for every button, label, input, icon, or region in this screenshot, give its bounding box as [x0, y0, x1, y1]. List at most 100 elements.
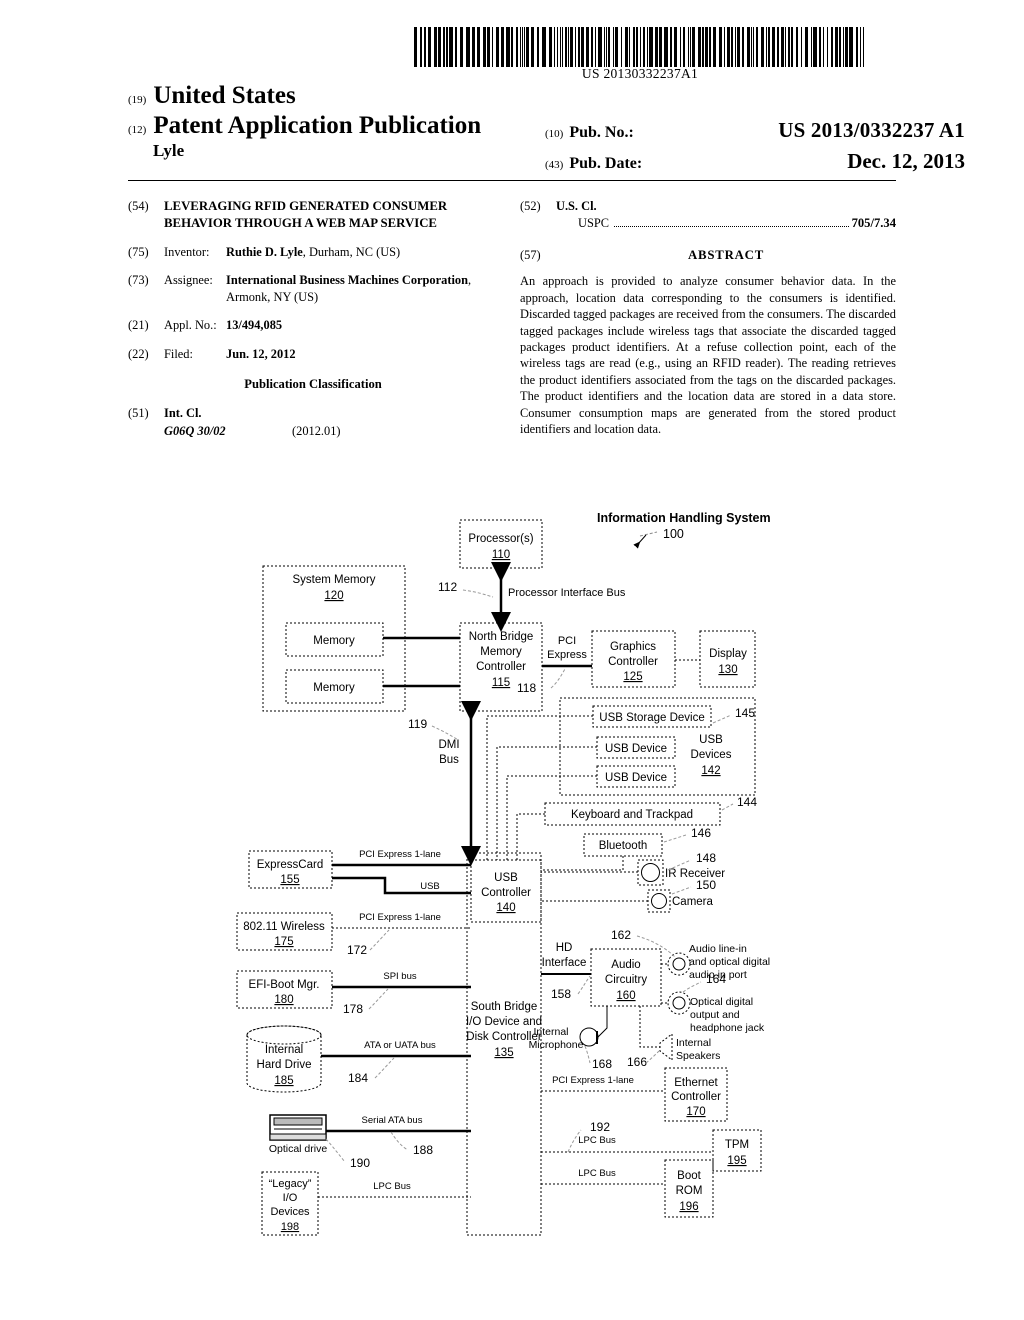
bus-hd-interface-ref: 158	[551, 987, 571, 1001]
abstract-heading: ABSTRACT	[687, 248, 765, 263]
bus-hd-interface-label-1: HD	[556, 942, 573, 954]
block-audio-circuitry-ref: 160	[616, 990, 635, 1002]
assignee-label: Assignee:	[164, 273, 213, 288]
field-inventor-number: (75)	[128, 244, 149, 259]
bus-processor-interface-label: Processor Interface Bus	[508, 587, 626, 599]
patent-front-page: US 20130332237A1 (19) United States (12)…	[0, 0, 1024, 1320]
block-audio-circuitry-label-1: Audio	[611, 959, 640, 971]
bus-dmi-ref: 119	[408, 717, 427, 731]
field-title-number: (54)	[128, 199, 149, 213]
block-optical-out-ref: 164	[706, 972, 726, 986]
block-expresscard-label: ExpressCard	[257, 859, 323, 871]
header-right: (10) Pub. No.: US 2013/0332237 A1 (43) P…	[545, 118, 965, 180]
figure-svg: Information Handling System 100 Processo…	[236, 511, 771, 1236]
field-filed: (22) Filed: Jun. 12, 2012	[128, 346, 498, 363]
field-assignee: (73) Assignee: International Business Mac…	[128, 272, 498, 305]
block-tpm-label: TPM	[725, 1139, 749, 1151]
abstract-text: An approach is provided to analyze consu…	[520, 274, 896, 437]
block-memory-1-label: Memory	[313, 635, 355, 647]
header-divider	[128, 180, 896, 181]
block-usb-devices-group-label-1: USB	[699, 734, 723, 746]
block-legacy-io-label-3: Devices	[270, 1206, 310, 1218]
block-keyboard-trackpad-label: Keyboard and Trackpad	[571, 809, 693, 821]
block-graphics-controller-label-2: Controller	[608, 656, 658, 668]
inventor-label: Inventor:	[164, 244, 210, 259]
icon-optical-digital-output-jack	[667, 991, 691, 1015]
block-usb-controller-label-2: Controller	[481, 887, 531, 899]
block-south-bridge-label-2: I/O Device and	[466, 1016, 542, 1028]
block-north-bridge-label-2: Memory	[480, 646, 522, 658]
leader-dots	[614, 225, 849, 227]
field-abstract-number: (57)	[520, 248, 541, 263]
block-internal-mic-ref: 168	[592, 1057, 612, 1071]
block-internal-speakers-ref: 166	[627, 1055, 647, 1069]
block-legacy-io-ref: 198	[281, 1221, 299, 1233]
block-wireless-label: 802.11 Wireless	[243, 921, 325, 933]
block-usb-devices-group-label-2: Devices	[691, 749, 732, 761]
pub-date-label: Pub. Date:	[569, 155, 643, 172]
block-optical-out-label-1: Optical digital	[690, 996, 753, 1008]
bus-usb-expresscard-label: USB	[420, 881, 440, 892]
field-assignee-number: (73)	[128, 273, 149, 288]
pub-no-value: US 2013/0332237 A1	[778, 118, 965, 142]
bus-processor-interface-ref: 112	[438, 580, 457, 594]
bus-lpc-tpm-ref: 192	[590, 1120, 610, 1134]
bus-ata-label: ATA or UATA bus	[364, 1040, 436, 1051]
block-ethernet-controller-label-1: Ethernet	[674, 1077, 718, 1089]
block-efi-boot-mgr-label: EFI-Boot Mgr.	[249, 979, 320, 991]
figure-title-ref: 100	[663, 527, 684, 541]
block-usb-controller-ref: 140	[496, 902, 515, 914]
figure-title-group: Information Handling System 100	[597, 511, 771, 549]
figure-information-handling-system: Information Handling System 100 Processo…	[0, 498, 1024, 1258]
block-system-memory-label: System Memory	[292, 574, 375, 586]
inventor-surname: Lyle	[153, 141, 185, 160]
block-legacy-io-label-1: “Legacy”	[269, 1178, 312, 1190]
icon-audio-line-in-port	[667, 952, 691, 976]
header-left: (19) United States (12) Patent Applicati…	[128, 82, 528, 161]
int-cl-label: Int. Cl.	[164, 406, 202, 421]
block-expresscard-ref: 155	[280, 874, 299, 886]
uspc-label: USPC	[578, 215, 609, 230]
bus-ata-ref: 184	[348, 1071, 368, 1085]
barcode-svg	[414, 27, 864, 67]
pub-no-label: Pub. No.:	[569, 124, 634, 141]
doc-type-number: (12)	[128, 124, 147, 136]
block-usb-device-2-label: USB Device	[605, 772, 667, 784]
block-bluetooth-label: Bluetooth	[599, 840, 648, 852]
field-appl-number: (21)	[128, 318, 149, 333]
field-us-cl-number: (52)	[520, 199, 541, 213]
block-boot-rom-label-1: Boot	[677, 1170, 701, 1182]
bus-sata-label: Serial ATA bus	[362, 1115, 423, 1126]
block-line-in-ref: 162	[611, 928, 631, 942]
bus-pcie-wireless-ref: 172	[347, 943, 367, 957]
barcode	[414, 27, 866, 67]
pub-date-value: Dec. 12, 2013	[847, 149, 965, 173]
inventor-name: Ruthie D. Lyle	[226, 244, 303, 259]
icon-ir-receiver	[637, 859, 664, 886]
block-camera-label: Camera	[672, 896, 714, 908]
block-hard-drive-label-2: Hard Drive	[257, 1059, 312, 1071]
block-tpm-ref: 195	[727, 1155, 746, 1167]
block-keyboard-trackpad-ref: 144	[737, 795, 757, 809]
us-cl-label: U.S. Cl.	[556, 199, 597, 213]
block-north-bridge-label-3: Controller	[476, 661, 526, 673]
block-usb-devices-group-ref: 142	[701, 765, 720, 777]
document-type: Patent Application Publication	[153, 112, 482, 139]
block-usb-controller-label-1: USB	[494, 872, 518, 884]
link-expresscard-usb	[332, 876, 471, 895]
field-filed-number: (22)	[128, 346, 149, 361]
block-north-bridge-ref: 115	[492, 677, 510, 689]
country-name: United States	[153, 82, 296, 109]
block-boot-rom-label-2: ROM	[676, 1185, 703, 1197]
icon-internal-speakers	[659, 1033, 673, 1061]
block-internal-speakers-label-1: Internal	[676, 1037, 711, 1049]
block-south-bridge-ref: 135	[494, 1047, 513, 1059]
block-usb-device-1-label: USB Device	[605, 743, 667, 755]
bus-spi-label: SPI bus	[383, 971, 417, 982]
block-system-memory-ref: 120	[324, 590, 343, 602]
uspc-value: 705/7.34	[851, 215, 896, 230]
field-int-cl: (51) Int. Cl. G06Q 30/02 (2012.01)	[128, 405, 498, 439]
block-graphics-controller-label-1: Graphics	[610, 641, 656, 653]
block-display-label: Display	[709, 648, 747, 660]
bibliographic-left-column: (54) LEVERAGING RFID GENERATED CONSUMER …	[128, 198, 498, 451]
